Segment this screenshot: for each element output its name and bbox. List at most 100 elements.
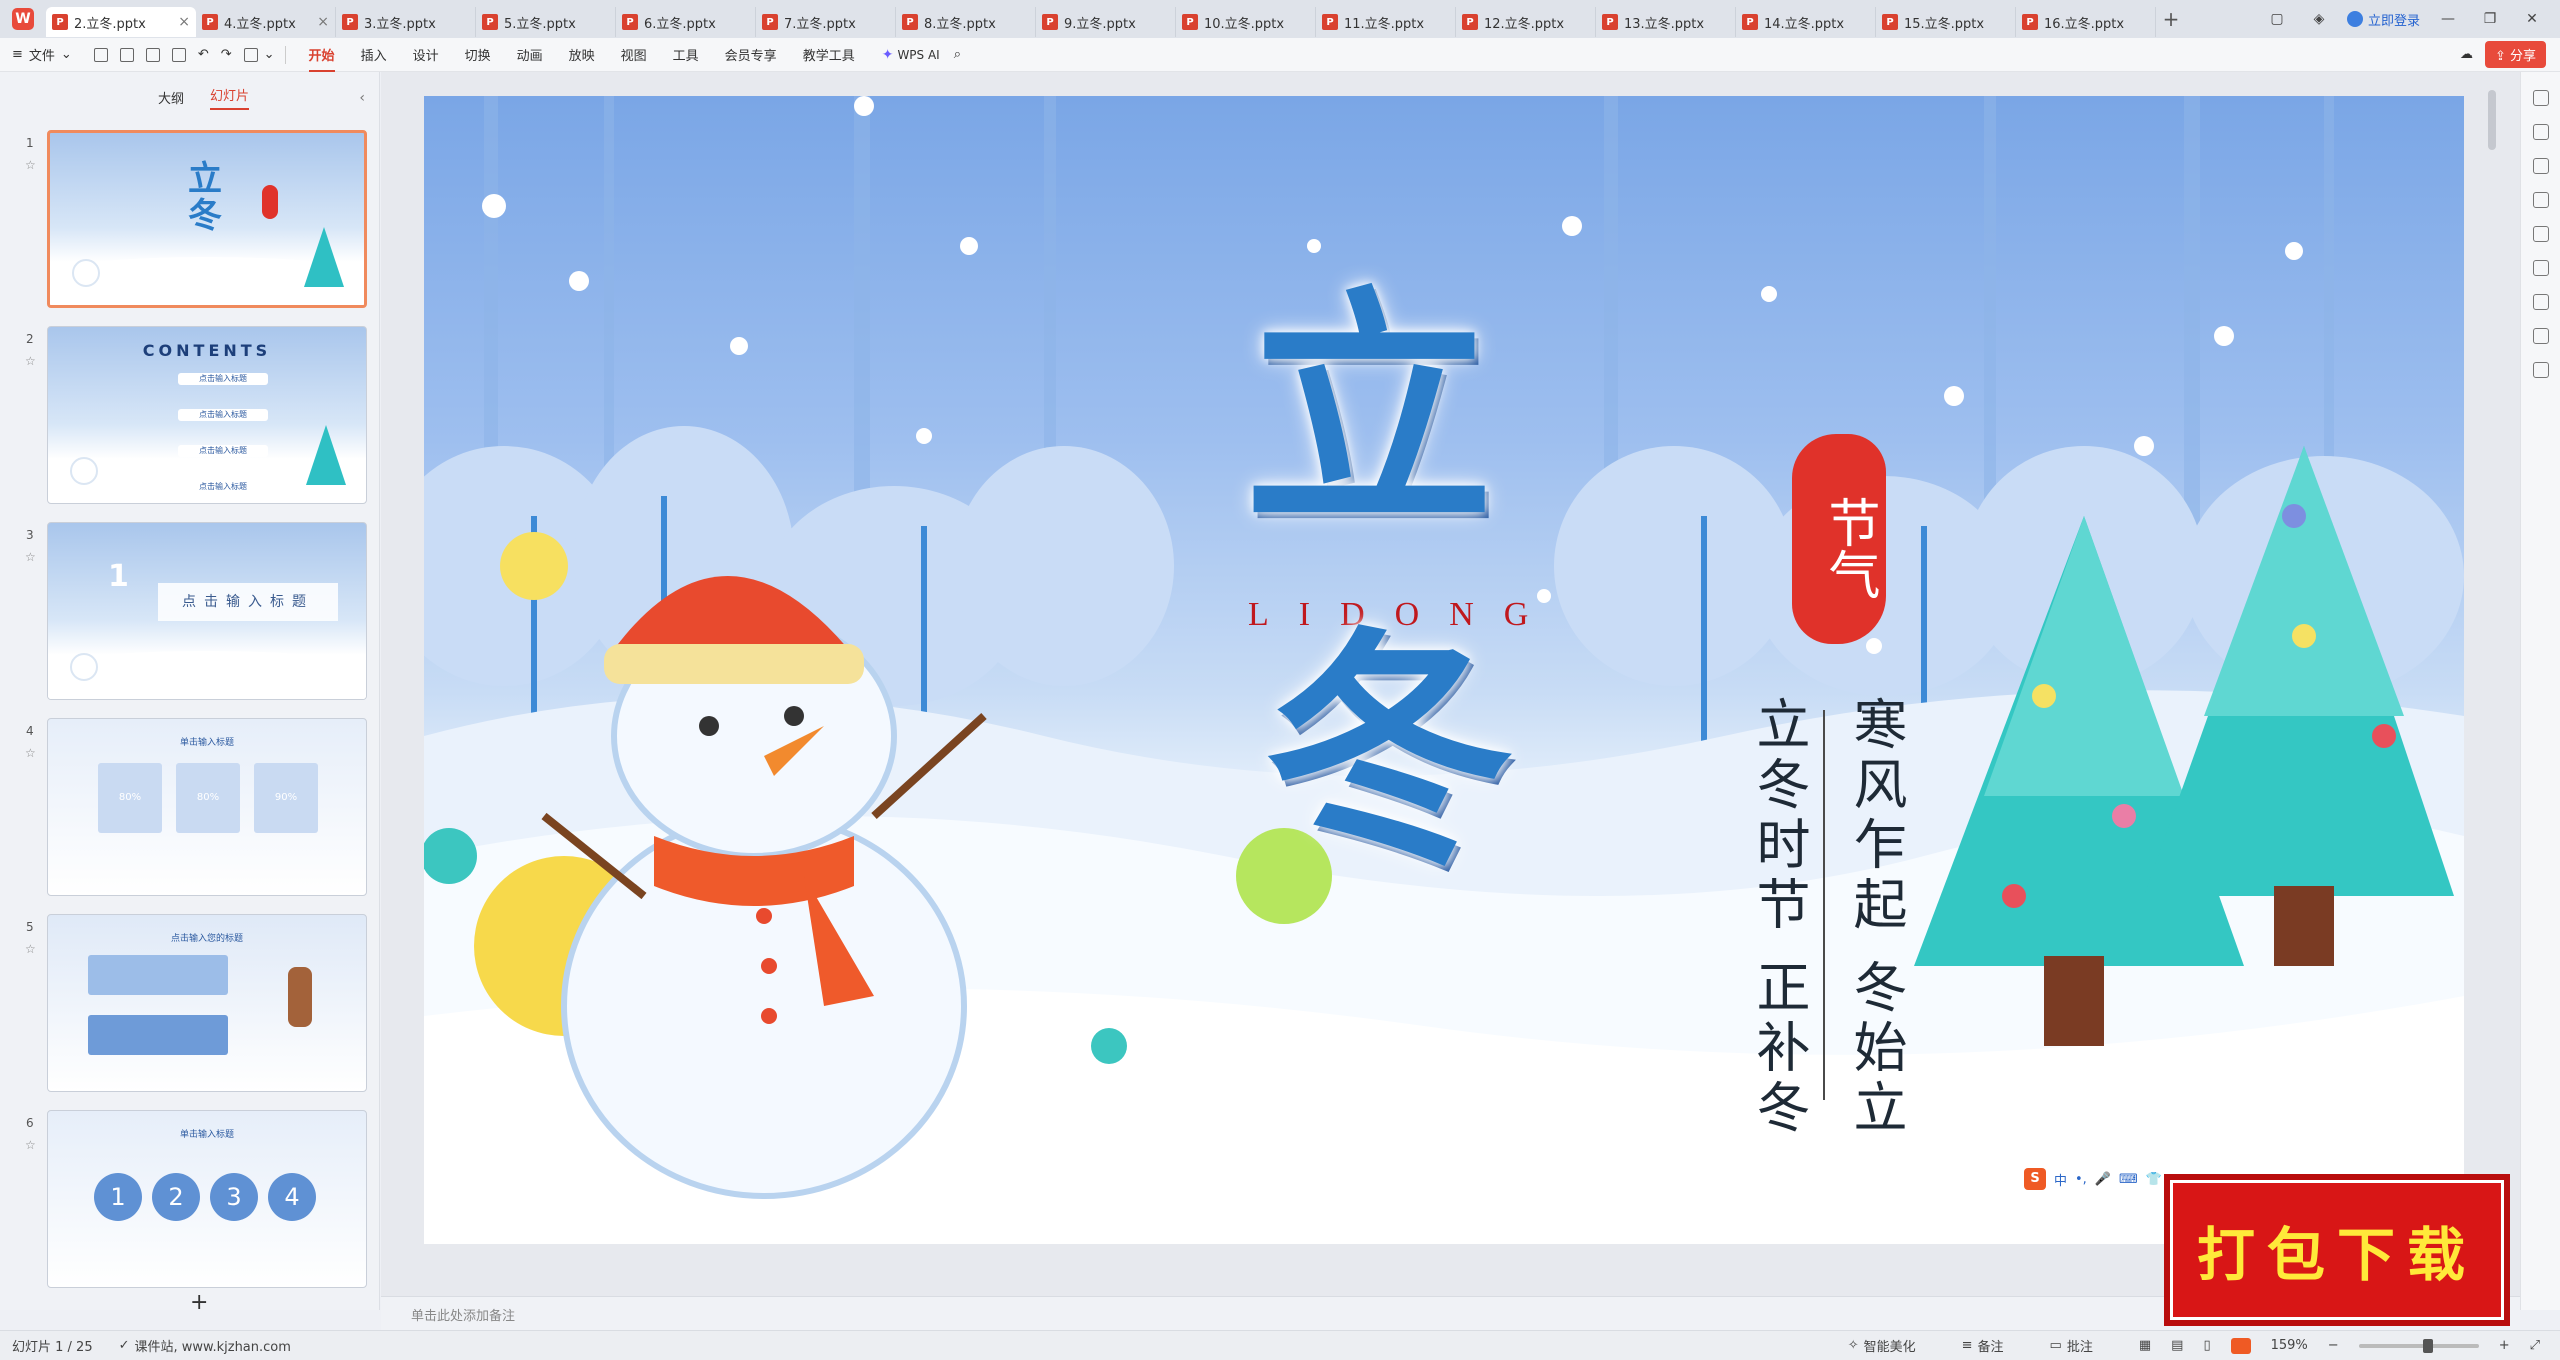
transform-icon[interactable]	[2532, 192, 2549, 208]
restore-button[interactable]: ❐	[2476, 11, 2504, 27]
slide-title-char-2[interactable]: 冬	[1264, 626, 1514, 876]
cloud-icon[interactable]: ☁	[2460, 47, 2473, 62]
add-slide-button[interactable]: +	[190, 1290, 208, 1315]
chevron-down-icon[interactable]: ⌄	[264, 47, 275, 62]
thumb-header: 单击输入标题	[179, 1130, 234, 1140]
menu-animation[interactable]: 动画	[517, 45, 543, 64]
copy-icon[interactable]	[2532, 158, 2549, 174]
play-slideshow-button[interactable]	[2230, 1337, 2251, 1354]
zoom-level[interactable]: 159%	[2271, 1338, 2308, 1353]
menu-transition[interactable]: 切换	[465, 45, 491, 64]
tab-2[interactable]: P 3.立冬.pptx	[336, 7, 476, 37]
close-icon[interactable]: ×	[317, 14, 329, 30]
menu-view[interactable]: 视图	[621, 45, 647, 64]
magic-icon[interactable]	[2532, 226, 2549, 242]
source-info[interactable]: ✓ 课件站, www.kjzhan.com	[119, 1336, 291, 1355]
reading-view-icon[interactable]: ▯	[2203, 1338, 2210, 1353]
slide-thumbnail[interactable]: CONTENTS 点击输入标题 点击输入标题 点击输入标题 点击输入标题	[47, 326, 367, 504]
tab-4[interactable]: P 6.立冬.pptx	[616, 7, 756, 37]
more-icon[interactable]	[2532, 362, 2549, 378]
menu-teaching[interactable]: 教学工具	[803, 45, 855, 64]
tab-10[interactable]: P 12.立冬.pptx	[1456, 7, 1596, 37]
slide-thumbnail[interactable]: 1 点击输入标题	[47, 522, 367, 700]
minimize-button[interactable]: —	[2434, 11, 2462, 27]
tab-0[interactable]: P 2.立冬.pptx ×	[46, 7, 196, 37]
new-tab-button[interactable]: +	[2156, 7, 2186, 31]
tree-icon	[304, 227, 344, 287]
tab-12[interactable]: P 14.立冬.pptx	[1736, 7, 1876, 37]
main-slide[interactable]: 立 LIDONG 冬 节气 寒风乍起 冬始立 立冬时节 正补冬 S 中 •, 🎤…	[424, 96, 2464, 1244]
sliders-icon[interactable]	[2532, 90, 2549, 106]
file-menu[interactable]: ≡ 文件 ⌄	[12, 45, 72, 64]
star-icon[interactable]: ☆	[25, 354, 36, 368]
tab-14[interactable]: P 16.立冬.pptx	[2016, 7, 2156, 37]
smart-label: 智能美化	[1863, 1340, 1916, 1355]
vertical-scrollbar[interactable]	[2488, 90, 2496, 150]
star-icon[interactable]	[2532, 124, 2549, 140]
star-icon[interactable]: ☆	[25, 550, 36, 564]
help-icon[interactable]	[2532, 328, 2549, 344]
sorter-view-icon[interactable]: ▤	[2171, 1338, 2183, 1353]
search-icon[interactable]: ⌕	[954, 47, 961, 62]
share-button[interactable]: ⇪ 分享	[2484, 41, 2546, 68]
tab-11[interactable]: P 13.立冬.pptx	[1596, 7, 1736, 37]
star-icon[interactable]: ☆	[25, 158, 36, 172]
zoom-slider[interactable]	[2358, 1338, 2479, 1353]
menu-member[interactable]: 会员专享	[725, 45, 777, 64]
menu-tools[interactable]: 工具	[673, 45, 699, 64]
login-button[interactable]: 立即登录	[2346, 10, 2420, 29]
comments-button[interactable]: ▭ 批注	[2050, 1336, 2093, 1355]
download-badge[interactable]: 打包下载	[2164, 1174, 2510, 1326]
tab-1[interactable]: P 4.立冬.pptx ×	[196, 7, 336, 37]
jieqi-seal[interactable]: 节气	[1792, 434, 1886, 644]
poem-line-right[interactable]: 寒风乍起 冬始立	[1844, 696, 1907, 1139]
zoom-in-icon[interactable]: +	[2499, 1338, 2510, 1353]
open-icon[interactable]	[93, 47, 108, 62]
slide-thumbnail[interactable]: 单击输入标题 1 2 3 4	[47, 1110, 367, 1288]
tab-3[interactable]: P 5.立冬.pptx	[476, 7, 616, 37]
format-painter-icon[interactable]	[243, 47, 258, 62]
slide-thumbnail[interactable]: 单击输入标题 80% 80% 90%	[47, 718, 367, 896]
tab-9[interactable]: P 11.立冬.pptx	[1316, 7, 1456, 37]
menu-design[interactable]: 设计	[413, 45, 439, 64]
window-list-icon[interactable]: ▢	[2263, 11, 2291, 27]
close-icon[interactable]: ×	[178, 14, 190, 30]
print-preview-icon[interactable]	[171, 47, 186, 62]
cube-icon[interactable]: ◈	[2305, 11, 2333, 27]
normal-view-icon[interactable]: ▦	[2139, 1338, 2151, 1353]
book-icon[interactable]	[2532, 260, 2549, 276]
redo-icon[interactable]: ↷	[221, 47, 232, 62]
collapse-panel-icon[interactable]: ‹	[359, 90, 365, 106]
template-icon[interactable]	[2532, 294, 2549, 310]
save-icon[interactable]	[119, 47, 134, 62]
print-icon[interactable]	[145, 47, 160, 62]
sparkle-icon: ✦	[881, 46, 894, 63]
menu-slideshow[interactable]: 放映	[569, 45, 595, 64]
thumb-circle: 4	[268, 1173, 316, 1221]
tab-outline[interactable]: 大纲	[158, 88, 184, 107]
smart-beautify-button[interactable]: ✧ 智能美化	[1848, 1336, 1916, 1355]
ime-toolbar[interactable]: S 中 •, 🎤 ⌨ 👕 ▦	[2024, 1168, 2182, 1190]
tab-8[interactable]: P 10.立冬.pptx	[1176, 7, 1316, 37]
notes-toggle-button[interactable]: ≡ 备注	[1962, 1336, 2004, 1355]
tab-5[interactable]: P 7.立冬.pptx	[756, 7, 896, 37]
undo-icon[interactable]: ↶	[198, 47, 209, 62]
tab-slides[interactable]: 幻灯片	[210, 85, 250, 110]
star-icon[interactable]: ☆	[25, 942, 36, 956]
menu-home[interactable]: 开始	[308, 45, 335, 72]
wps-ai-button[interactable]: ✦ WPS AI	[882, 47, 940, 63]
slide-title-char-1[interactable]: 立	[1244, 286, 1494, 536]
zoom-out-icon[interactable]: −	[2328, 1338, 2339, 1353]
slide-thumbnail[interactable]: 点击输入您的标题	[47, 914, 367, 1092]
menu-insert[interactable]: 插入	[361, 45, 387, 64]
fit-window-icon[interactable]: ⤢	[2530, 1338, 2540, 1353]
tab-13[interactable]: P 15.立冬.pptx	[1876, 7, 2016, 37]
slide-thumbnail[interactable]: 立冬	[47, 130, 367, 308]
close-window-button[interactable]: ✕	[2518, 11, 2546, 27]
star-icon[interactable]: ☆	[25, 1138, 36, 1152]
tab-6[interactable]: P 8.立冬.pptx	[896, 7, 1036, 37]
poem-line-left[interactable]: 立冬时节 正补冬	[1747, 696, 1810, 1139]
star-icon[interactable]: ☆	[25, 746, 36, 760]
tab-7[interactable]: P 9.立冬.pptx	[1036, 7, 1176, 37]
wps-logo[interactable]: W	[0, 0, 46, 38]
